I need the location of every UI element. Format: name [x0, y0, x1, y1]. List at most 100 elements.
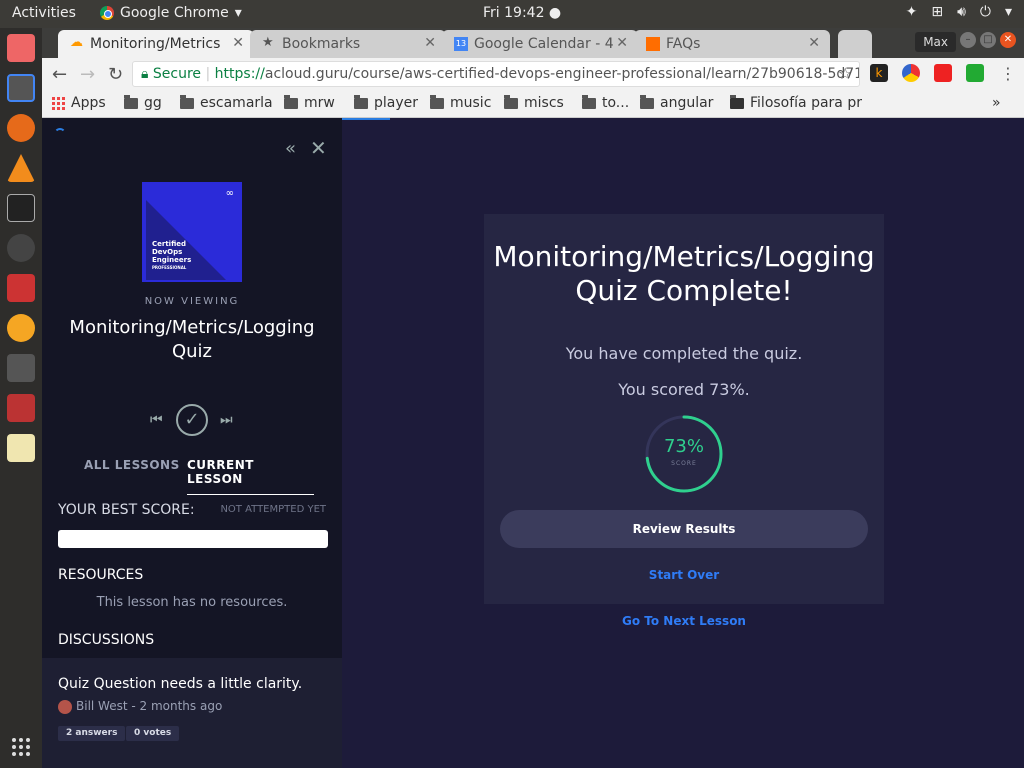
cube-icon [646, 37, 660, 51]
course-thumbnail: ∞ Certified DevOps Engineers PROFESSIONA… [142, 182, 242, 282]
text-editor-icon[interactable] [7, 434, 35, 462]
close-window-button[interactable]: ✕ [1000, 32, 1016, 48]
tab-current-lesson[interactable]: CURRENT LESSON [187, 458, 314, 495]
app-menu[interactable]: Google Chrome ▾ [100, 5, 242, 21]
close-icon[interactable]: ✕ [232, 35, 244, 51]
bookmark-folder[interactable]: mrw [284, 94, 335, 111]
terminal-icon[interactable] [7, 194, 35, 222]
installer-icon[interactable] [7, 274, 35, 302]
file-manager-icon[interactable] [7, 34, 35, 62]
network-icon: ⊞ [931, 4, 944, 20]
maximize-button[interactable]: □ [980, 32, 996, 48]
back-icon[interactable]: ← [52, 64, 67, 85]
reload-icon[interactable]: ↻ [108, 64, 123, 85]
minimize-button[interactable]: – [960, 32, 976, 48]
firefox-icon[interactable] [7, 114, 35, 142]
lock-icon: 🔒︎ [141, 66, 149, 82]
show-apps-icon[interactable] [12, 738, 30, 756]
bookmark-folder[interactable]: miscs [504, 94, 564, 111]
lesson-player-controls: ⏮ ✓ ⏭ [42, 404, 342, 438]
bookmark-star-icon[interactable]: ☆ [838, 64, 852, 83]
next-lesson-link[interactable]: Go To Next Lesson [484, 614, 884, 628]
review-results-button[interactable]: Review Results [500, 510, 868, 548]
settings-tool-icon[interactable] [7, 394, 35, 422]
quiz-complete-card: Monitoring/Metrics/Logging Quiz Complete… [484, 214, 884, 604]
system-top-bar: Activities Google Chrome ▾ Fri 19:42 ● ✦… [0, 0, 1024, 28]
menu-icon[interactable]: ⋮ [1000, 64, 1016, 83]
next-icon[interactable]: ⏭ [220, 412, 233, 428]
extension-k-icon[interactable]: k [870, 64, 888, 82]
forward-icon[interactable]: → [80, 64, 95, 85]
sidebar-tabs: ALL LESSONS CURRENT LESSON [84, 458, 314, 495]
close-icon[interactable]: ✕ [424, 35, 436, 51]
profile-button[interactable]: Max [915, 32, 956, 52]
bookmark-folder[interactable]: music [430, 94, 491, 111]
chrome-launcher-icon[interactable] [7, 74, 35, 102]
address-bar[interactable]: 🔒︎ Secure | https://acloud.guru/course/a… [132, 61, 860, 87]
spinner-icon [54, 128, 66, 140]
browser-chrome: ☁ Monitoring/Metrics ✕ ★ Bookmarks ✕ 13 … [42, 28, 1024, 118]
extension-shield-icon[interactable] [966, 64, 984, 82]
start-over-link[interactable]: Start Over [484, 568, 884, 582]
score-percent: 73% [663, 436, 704, 457]
discussion-title[interactable]: Quiz Question needs a little clarity. [58, 676, 302, 692]
update-icon[interactable] [7, 234, 35, 262]
tab-all-lessons[interactable]: ALL LESSONS [84, 458, 180, 472]
vlc-icon[interactable] [7, 154, 35, 182]
bookmark-folder[interactable]: escamarla [180, 94, 273, 111]
tab-calendar[interactable]: 13 Google Calendar - 4 ✕ [442, 30, 638, 58]
folder-icon [354, 94, 368, 109]
close-icon[interactable]: ✕ [808, 35, 820, 51]
new-tab-button[interactable] [838, 30, 872, 58]
score-ring: 73% SCORE [644, 414, 724, 494]
discussion-meta: Bill West - 2 months ago [76, 699, 223, 713]
bookmark-page[interactable]: Filosofía para pr [730, 94, 862, 111]
audio-icon[interactable] [7, 314, 35, 342]
star-icon: ★ [262, 35, 274, 50]
bookmark-folder[interactable]: to... [582, 94, 629, 111]
clock[interactable]: Fri 19:42 ● [483, 5, 561, 21]
page-icon [730, 94, 744, 109]
dropbox-icon: ✦ [905, 4, 918, 20]
bookmark-apps[interactable]: Apps [52, 95, 106, 111]
window-controls: Max – □ ✕ [915, 32, 1016, 52]
votes-badge: 0 votes [126, 726, 180, 741]
folder-icon [430, 94, 444, 109]
discussion-item[interactable]: Quiz Question needs a little clarity. Bi… [42, 658, 342, 768]
activities-button[interactable]: Activities [12, 5, 76, 21]
extension-chart-icon[interactable] [902, 64, 920, 82]
close-icon[interactable]: ✕ [310, 136, 327, 160]
folder-icon [504, 94, 518, 109]
volume-icon: 🔊︎ [957, 4, 966, 20]
answers-badge: 2 answers [58, 726, 126, 741]
app-name: Google Chrome [120, 5, 229, 21]
lesson-sidebar: « ✕ ∞ Certified DevOps Engineers PROFESS… [42, 118, 342, 768]
bookmark-folder[interactable]: gg [124, 94, 162, 111]
tab-monitoring[interactable]: ☁ Monitoring/Metrics ✕ [58, 30, 254, 58]
extension-video-icon[interactable] [934, 64, 952, 82]
more-bookmarks-icon[interactable]: » [992, 95, 1001, 111]
previous-icon[interactable]: ⏮ [150, 412, 163, 428]
collapse-icon[interactable]: « [285, 138, 296, 159]
folder-icon [284, 94, 298, 109]
video-editor-icon[interactable] [7, 354, 35, 382]
system-tray[interactable]: ✦ ⊞ 🔊︎ ⏻ ▾ [906, 4, 1012, 20]
tab-faqs[interactable]: FAQs ✕ [634, 30, 830, 58]
quiz-complete-title: Monitoring/Metrics/Logging Quiz Complete… [493, 240, 875, 307]
best-score-label: YOUR BEST SCORE: [58, 502, 195, 518]
complete-check-icon[interactable]: ✓ [176, 404, 208, 436]
close-icon[interactable]: ✕ [616, 35, 628, 51]
address-bar-row: ← → ↻ 🔒︎ Secure | https://acloud.guru/co… [42, 58, 1024, 90]
tab-strip: ☁ Monitoring/Metrics ✕ ★ Bookmarks ✕ 13 … [42, 28, 1024, 58]
acg-logo-icon: ∞ [225, 188, 234, 199]
tab-bookmarks[interactable]: ★ Bookmarks ✕ [250, 30, 446, 58]
folder-icon [582, 94, 596, 109]
bookmark-folder[interactable]: player [354, 94, 418, 111]
page-content: « ✕ ∞ Certified DevOps Engineers PROFESS… [42, 118, 1024, 768]
secure-label: Secure [152, 66, 202, 82]
avatar [58, 700, 72, 714]
folder-icon [180, 94, 194, 109]
calendar-icon: 13 [454, 37, 468, 51]
bookmark-folder[interactable]: angular [640, 94, 713, 111]
folder-icon [640, 94, 654, 109]
